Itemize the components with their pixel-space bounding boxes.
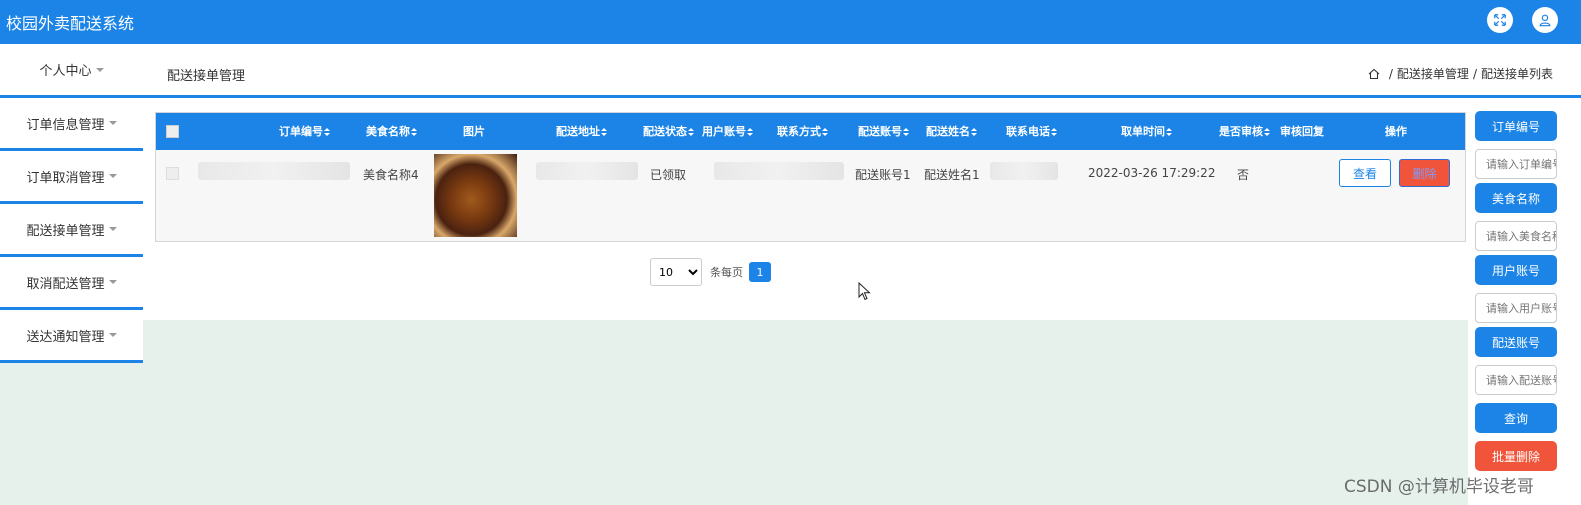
sort-icon: [601, 127, 607, 137]
cell-reviewed: 否: [1237, 168, 1250, 182]
column-header[interactable]: 联系方式: [772, 113, 832, 150]
cell-delivery-name: 配送姓名1: [924, 168, 980, 182]
sidebar-item-delivered-notice[interactable]: 送达通知管理: [0, 310, 143, 363]
top-bar: 校园外卖配送系统: [0, 0, 1581, 44]
sidebar-item-order-cancel[interactable]: 订单取消管理: [0, 151, 143, 204]
sort-icon: [903, 127, 909, 137]
view-button[interactable]: 查看: [1339, 159, 1391, 187]
column-header[interactable]: 联系电话: [1001, 113, 1061, 150]
cell-food-name: 美食名称4: [363, 168, 419, 182]
column-header: 审核回复: [1280, 125, 1324, 138]
user-icon: [1539, 14, 1551, 27]
user-account-input[interactable]: [1475, 293, 1557, 323]
caret-down-icon: [108, 280, 117, 284]
watermark: CSDN @计算机毕设老哥: [1344, 477, 1534, 497]
column-header[interactable]: 配送地址: [551, 113, 611, 150]
content-header: 配送接单管理 / 配送接单管理 / 配送接单列表: [143, 44, 1581, 98]
batch-delete-button[interactable]: 批量删除: [1475, 441, 1557, 471]
sidebar-item-order-info[interactable]: 订单信息管理: [0, 98, 143, 151]
caret-down-icon: [108, 121, 117, 125]
food-name-input[interactable]: [1475, 221, 1557, 251]
user-avatar-button[interactable]: [1532, 7, 1558, 33]
blurred-address: [536, 162, 638, 180]
order-number-button[interactable]: 订单编号: [1475, 111, 1557, 141]
breadcrumb-separator: /: [1388, 66, 1393, 81]
sort-icon: [747, 127, 753, 137]
delivery-account-input[interactable]: [1475, 365, 1557, 395]
caret-down-icon: [108, 174, 117, 178]
personal-center-label: 个人中心: [39, 64, 92, 79]
sort-icon: [1264, 127, 1270, 137]
column-header[interactable]: 用户账号: [697, 113, 757, 150]
sidebar-item-label: 送达通知管理: [26, 329, 105, 345]
sidebar-item-label: 订单取消管理: [26, 170, 105, 186]
column-header[interactable]: 是否审核: [1214, 113, 1274, 150]
table-header: 订单编号 美食名称 图片 配送地址 配送状态 用户账号 联系方式 配送账号 配送…: [156, 113, 1465, 150]
select-all-checkbox[interactable]: [166, 125, 179, 138]
blurred-user-contact: [714, 162, 844, 180]
cell-pickup-time: 2022-03-26 17:29:22: [1088, 166, 1216, 180]
page-number-current[interactable]: 1: [749, 262, 771, 282]
sidebar-item-label: 订单信息管理: [26, 117, 105, 133]
sidebar-item-label: 取消配送管理: [26, 276, 105, 292]
order-number-input[interactable]: [1475, 149, 1557, 179]
sort-icon: [411, 127, 417, 137]
fullscreen-button[interactable]: [1487, 7, 1513, 33]
pagination: 10 条每页 1: [650, 258, 771, 286]
sidebar-item-delivery-cancel[interactable]: 取消配送管理: [0, 257, 143, 310]
sidebar: 订单信息管理 订单取消管理 配送接单管理 取消配送管理 送达通知管理: [0, 98, 143, 363]
main-content: 订单编号 美食名称 图片 配送地址 配送状态 用户账号 联系方式 配送账号 配送…: [143, 98, 1468, 320]
caret-down-icon: [108, 227, 117, 231]
column-header[interactable]: 美食名称: [361, 113, 421, 150]
sort-icon: [1051, 127, 1057, 137]
per-page-label: 条每页: [710, 266, 743, 279]
user-account-button[interactable]: 用户账号: [1475, 255, 1557, 285]
page-size-select[interactable]: 10: [650, 258, 702, 286]
mouse-cursor-icon: [858, 282, 871, 301]
cell-status: 已领取: [650, 168, 687, 182]
breadcrumb-item-module[interactable]: 配送接单管理: [1397, 65, 1469, 82]
food-image: [434, 154, 517, 237]
sidebar-item-delivery-accept[interactable]: 配送接单管理: [0, 204, 143, 257]
search-panel: 订单编号 美食名称 用户账号 配送账号 查询 批量删除: [1468, 98, 1581, 505]
column-header[interactable]: 取单时间: [1111, 113, 1181, 150]
caret-down-icon: [108, 333, 117, 337]
blurred-phone: [990, 162, 1058, 180]
breadcrumb: / 配送接单管理 / 配送接单列表: [1368, 65, 1553, 82]
sidebar-item-label: 配送接单管理: [26, 223, 105, 239]
column-header: 图片: [463, 125, 485, 138]
data-table: 订单编号 美食名称 图片 配送地址 配送状态 用户账号 联系方式 配送账号 配送…: [155, 112, 1466, 242]
delete-button[interactable]: 删除: [1399, 159, 1450, 187]
query-button[interactable]: 查询: [1475, 403, 1557, 433]
sort-icon: [688, 127, 694, 137]
column-header[interactable]: 配送账号: [853, 113, 913, 150]
column-header[interactable]: 订单编号: [244, 113, 364, 150]
sort-icon: [822, 127, 828, 137]
food-name-button[interactable]: 美食名称: [1475, 183, 1557, 213]
cell-delivery-account: 配送账号1: [855, 168, 911, 182]
table-row: 美食名称4 已领取 配送账号1 配送姓名1 2022-03-26 17:29:2…: [156, 150, 1465, 241]
row-checkbox[interactable]: [166, 167, 179, 180]
home-icon[interactable]: [1368, 68, 1380, 80]
page-title: 配送接单管理: [167, 69, 246, 84]
sidebar-personal-center[interactable]: 个人中心: [0, 44, 143, 98]
breadcrumb-separator: /: [1472, 66, 1477, 81]
sort-icon: [1166, 127, 1172, 137]
column-header: 操作: [1385, 125, 1407, 138]
column-header[interactable]: 配送状态: [638, 113, 698, 150]
delivery-account-button[interactable]: 配送账号: [1475, 327, 1557, 357]
caret-down-icon: [95, 67, 104, 72]
column-header[interactable]: 配送姓名: [921, 113, 981, 150]
sort-icon: [324, 127, 330, 137]
breadcrumb-item-list: 配送接单列表: [1480, 67, 1553, 81]
sort-icon: [971, 127, 977, 137]
expand-icon: [1494, 14, 1506, 26]
app-title: 校园外卖配送系统: [6, 14, 135, 33]
blurred-order-number: [198, 162, 350, 180]
